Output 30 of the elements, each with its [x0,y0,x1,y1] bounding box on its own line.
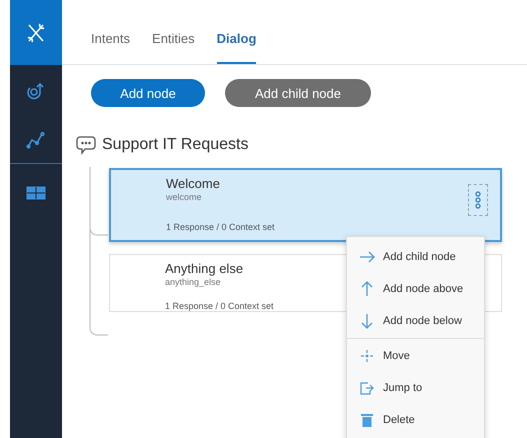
line-graph-icon [26,131,46,149]
tab[interactable]: Dialog [216,31,256,64]
overflow-menu-button[interactable] [468,184,488,216]
add-child-node-button[interactable]: Add child node [225,79,371,107]
tab[interactable]: Intents [91,31,130,64]
chat-bubble-icon [76,135,96,155]
arrow-up-icon [361,281,373,297]
dialog-node[interactable]: Welcome welcome 1 Response / 0 Context set [109,168,502,242]
menu-item[interactable]: Jump to [347,372,484,404]
tab[interactable]: Entities [152,31,195,64]
node-condition: welcome [166,192,202,202]
node-title: Welcome [166,176,220,191]
node-condition: anything_else [165,277,221,287]
menu-item[interactable]: Add node above [347,273,484,305]
node-title: Anything else [165,261,244,276]
menu-item[interactable]: Delete [347,404,484,436]
arrow-down-icon [361,313,373,329]
menu-item[interactable]: Move [347,340,484,372]
grid-icon [26,186,46,200]
add-node-button[interactable]: Add node [91,79,205,107]
arrow-right-icon [359,251,375,263]
tools-icon [26,22,46,44]
dialog-title: Support IT Requests [102,136,248,154]
sidebar-item[interactable] [10,0,62,65]
move-icon [360,349,374,363]
jump-to-icon [360,382,374,394]
kebab-icon [475,191,481,209]
node-summary: 1 Response / 0 Context set [166,222,275,234]
trash-icon [361,413,373,427]
node-summary: 1 Response / 0 Context set [165,301,274,313]
